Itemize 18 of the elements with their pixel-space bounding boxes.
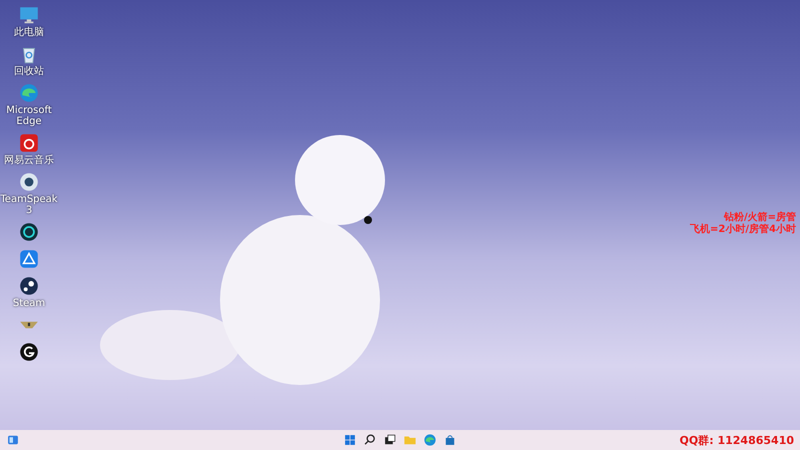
ring-icon[interactable] xyxy=(18,221,40,243)
task-view-icon[interactable] xyxy=(383,433,397,447)
widgets-icon[interactable] xyxy=(6,433,20,447)
icon-label: TeamSpeak 3 xyxy=(0,194,58,216)
icon-label: 此电脑 xyxy=(14,27,44,38)
qq-group-text: QQ群: 1124865410 xyxy=(680,432,794,448)
windows-logo-icon[interactable] xyxy=(343,433,357,447)
store-icon[interactable] xyxy=(443,433,457,447)
overlay-text: 钻粉/火箭=房管 xyxy=(724,212,796,223)
overlay-text: 飞机=2小时/房管4小时 xyxy=(690,224,796,236)
icon-label: Steam xyxy=(12,298,46,309)
g-logo-icon[interactable] xyxy=(18,341,40,363)
browser-icon[interactable] xyxy=(18,82,40,104)
icon-label: 回收站 xyxy=(14,66,44,77)
icon-label: Microsoft Edge xyxy=(5,105,53,127)
search-icon[interactable] xyxy=(363,433,377,447)
icon-label: 网易云音乐 xyxy=(4,155,54,166)
browser-icon[interactable] xyxy=(423,433,437,447)
